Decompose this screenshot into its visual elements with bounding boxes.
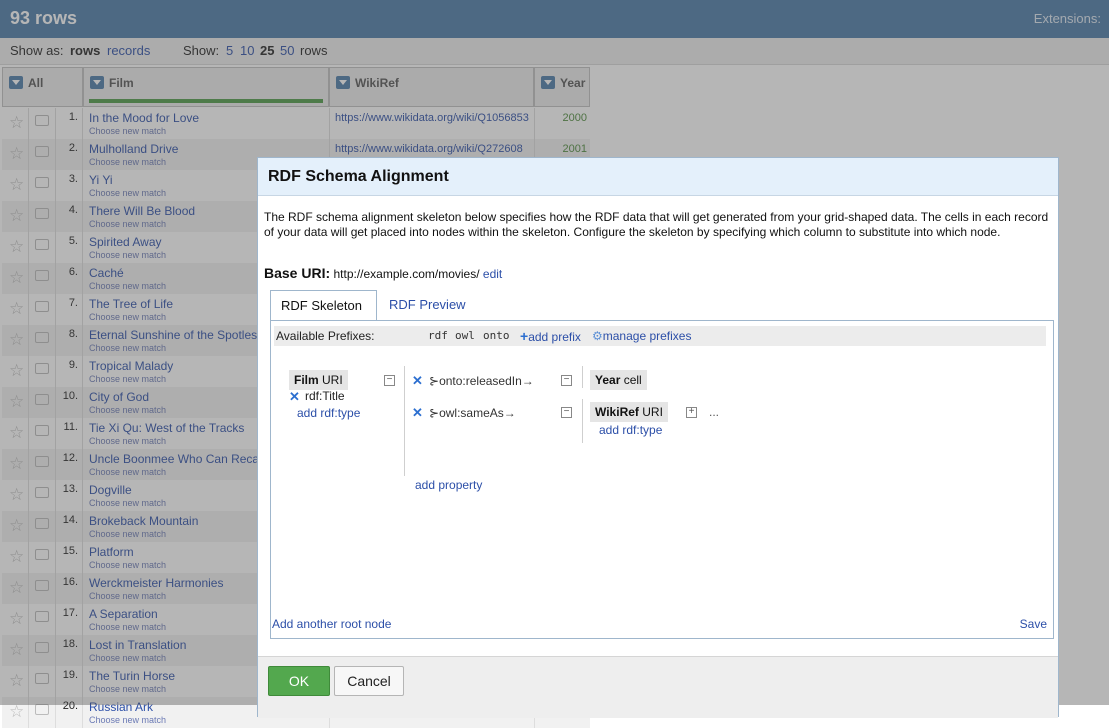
property-name: owl:sameAs — [439, 406, 504, 420]
add-rdf-type-link[interactable]: add rdf:type — [297, 406, 360, 420]
tab-rdf-preview[interactable]: RDF Preview — [379, 290, 479, 321]
manage-prefixes-link[interactable]: ⚙manage prefixes — [592, 329, 691, 343]
dialog-title: RDF Schema Alignment — [258, 158, 1058, 196]
available-prefixes-label: Available Prefixes: — [276, 329, 375, 343]
remove-type-icon[interactable]: ✕ — [289, 389, 300, 405]
node-kind: cell — [623, 373, 642, 387]
base-uri-row: Base URI: http://example.com/movies/ edi… — [264, 265, 502, 281]
target-node-wikiref[interactable]: WikiRef URI — [590, 402, 668, 422]
dialog-footer: OK Cancel — [258, 656, 1058, 718]
add-root-node-link[interactable]: Add another root node — [272, 617, 391, 631]
node-column: WikiRef — [595, 405, 639, 419]
collapse-icon[interactable]: − — [561, 375, 572, 386]
ok-button[interactable]: OK — [268, 666, 330, 696]
node-kind: URI — [322, 373, 343, 387]
remove-property-icon[interactable]: ✕ — [412, 373, 423, 389]
root-node-film[interactable]: Film URI — [289, 370, 348, 390]
dialog-description: The RDF schema alignment skeleton below … — [264, 210, 1049, 239]
tab-rdf-skeleton[interactable]: RDF Skeleton — [270, 290, 377, 321]
property-edge-1[interactable]: ⊱onto:releasedIn→ — [429, 374, 534, 388]
manage-prefixes-label: manage prefixes — [602, 329, 692, 343]
divider — [404, 366, 405, 476]
add-prefix-label: add prefix — [528, 330, 581, 344]
add-rdf-type-link[interactable]: add rdf:type — [599, 423, 662, 437]
star-icon[interactable]: ☆ — [9, 703, 24, 720]
edit-base-uri-link[interactable]: edit — [483, 267, 502, 281]
base-uri-label: Base URI: — [264, 265, 331, 281]
rdf-type-value: rdf:Title — [305, 389, 345, 403]
save-link[interactable]: Save — [1020, 617, 1047, 631]
prefix-bar: Available Prefixes: rdf owl onto +add pr… — [274, 326, 1046, 346]
choose-new-match-link[interactable]: Choose new match — [89, 715, 166, 725]
property-name: onto:releasedIn — [439, 374, 522, 388]
divider — [582, 399, 583, 443]
plus-icon: + — [520, 328, 529, 344]
add-prefix-link[interactable]: +add prefix — [520, 328, 581, 344]
base-uri-value: http://example.com/movies/ — [333, 267, 480, 281]
gear-icon: ⚙ — [592, 329, 603, 343]
flag-icon[interactable] — [35, 704, 49, 715]
node-column: Year — [595, 373, 621, 387]
prefix-rdf[interactable]: rdf — [428, 329, 448, 342]
divider — [582, 366, 583, 388]
rdf-schema-alignment-dialog: RDF Schema Alignment The RDF schema alig… — [257, 157, 1059, 718]
expand-icon[interactable]: + — [686, 407, 697, 418]
target-node-year[interactable]: Year cell — [590, 370, 647, 390]
node-column: Film — [294, 373, 319, 387]
prefix-owl[interactable]: owl — [455, 329, 475, 342]
prefix-onto[interactable]: onto — [483, 329, 510, 342]
node-kind: URI — [642, 405, 663, 419]
collapse-icon[interactable]: − — [561, 407, 572, 418]
property-edge-2[interactable]: ⊱owl:sameAs→ — [429, 406, 516, 420]
skeleton-panel: Available Prefixes: rdf owl onto +add pr… — [270, 320, 1054, 639]
more-ellipsis[interactable]: ... — [709, 405, 719, 419]
add-property-link[interactable]: add property — [415, 478, 482, 492]
cancel-button[interactable]: Cancel — [334, 666, 404, 696]
remove-property-icon[interactable]: ✕ — [412, 405, 423, 421]
collapse-icon[interactable]: − — [384, 375, 395, 386]
